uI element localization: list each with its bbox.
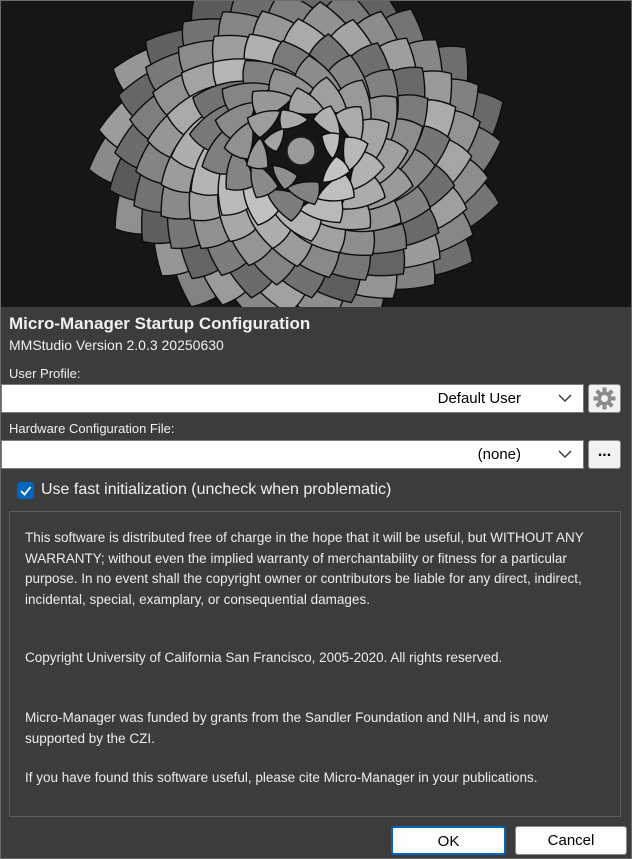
- chevron-down-icon: [558, 394, 572, 402]
- fast-init-checkbox[interactable]: [17, 482, 34, 499]
- hardware-config-select[interactable]: (none): [1, 440, 584, 469]
- gear-icon: [593, 387, 616, 410]
- hardware-config-value: (none): [477, 446, 521, 463]
- citation-paragraph: If you have found this software useful, …: [25, 770, 538, 785]
- fast-init-label: Use fast initialization (uncheck when pr…: [41, 481, 392, 498]
- dialog-title: Micro-Manager Startup Configuration: [9, 314, 311, 333]
- user-profile-label: User Profile:: [9, 366, 81, 381]
- funding-paragraph: Micro-Manager was funded by grants from …: [25, 710, 549, 746]
- copyright-paragraph: Copyright University of California San F…: [25, 650, 503, 665]
- version-label: MMStudio Version 2.0.3 20250630: [9, 337, 224, 353]
- ok-button[interactable]: OK: [391, 826, 506, 855]
- user-profile-value: Default User: [437, 390, 521, 407]
- checkmark-icon: [20, 486, 32, 496]
- hardware-config-label: Hardware Configuration File:: [9, 421, 175, 436]
- license-paragraph: This software is distributed free of cha…: [25, 530, 584, 607]
- user-profile-select[interactable]: Default User: [1, 384, 584, 413]
- chevron-down-icon: [558, 450, 572, 458]
- cancel-button[interactable]: Cancel: [515, 826, 627, 855]
- splash-image: [1, 1, 631, 307]
- profile-settings-button[interactable]: [588, 384, 621, 413]
- browse-config-button[interactable]: ...: [588, 440, 621, 469]
- license-text-panel: This software is distributed free of cha…: [9, 511, 621, 817]
